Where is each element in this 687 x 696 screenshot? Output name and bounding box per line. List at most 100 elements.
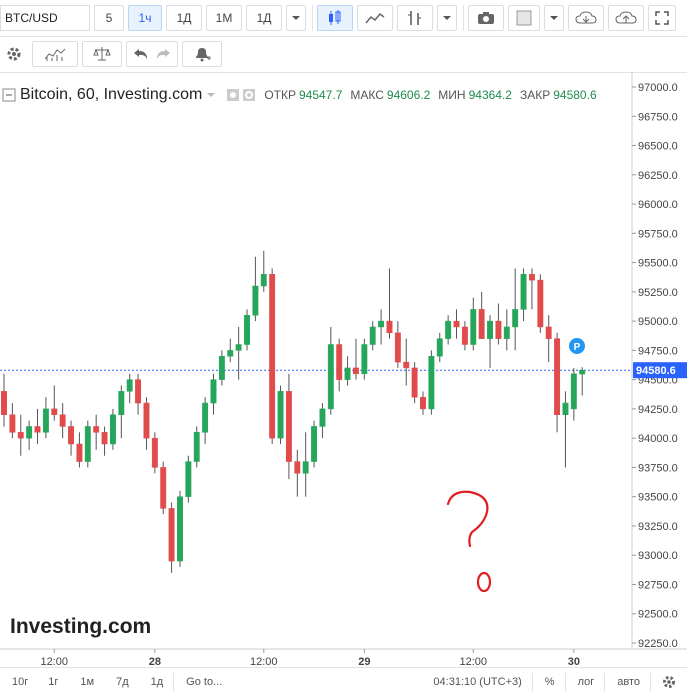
candle-body (160, 467, 167, 509)
range-7d-button[interactable]: 7д (116, 676, 129, 688)
candle-body (478, 309, 485, 339)
clock: 04:31:10 (UTC+3) (433, 676, 522, 688)
candle-body (202, 402, 209, 433)
goto-button[interactable]: Go to... (186, 676, 222, 688)
candle-body (285, 391, 292, 462)
indicators-button[interactable] (357, 5, 393, 31)
candle-body (252, 285, 259, 316)
interval-dropdown-button[interactable] (286, 5, 306, 31)
fullscreen-icon (655, 11, 669, 25)
investing-watermark: Investing.com (10, 615, 151, 638)
candle-body (59, 414, 66, 427)
color-picker-button[interactable] (508, 5, 540, 31)
open-label: ОТКР (264, 88, 296, 102)
annotation-question-stroke (446, 490, 489, 548)
gear-icon (7, 47, 21, 61)
percent-toggle[interactable]: % (545, 676, 555, 688)
candle-body (227, 350, 234, 357)
main-toolbar: BTC/USD 5 1ч 1Д 1М 1Д (0, 0, 687, 37)
fullscreen-button[interactable] (648, 5, 676, 31)
y-tick-label: 92750.0 (638, 579, 678, 591)
candlestick-chart[interactable]: 97000.0 96750.0 96500.0 96250.0 96000.0 95750… (0, 72, 687, 668)
annotation-dot (476, 571, 492, 593)
range-10y-button[interactable]: 10г (12, 676, 28, 688)
collapse-legend-icon[interactable] (2, 88, 16, 102)
settings-button[interactable] (0, 41, 28, 67)
candle-body (436, 338, 443, 357)
candle-body (269, 274, 276, 439)
y-tick-label: 96250.0 (638, 170, 678, 182)
candle-body (294, 461, 301, 474)
gear-icon[interactable] (661, 674, 677, 690)
x-tick-label: 12:00 (250, 656, 278, 667)
log-toggle[interactable]: лог (578, 676, 595, 688)
candle-body (51, 408, 58, 415)
compare-button[interactable] (82, 41, 122, 67)
line-chart-icon (365, 12, 385, 24)
range-1y-button[interactable]: 1г (48, 676, 58, 688)
screenshot-button[interactable] (468, 5, 504, 31)
y-tick-label: 94000.0 (638, 433, 678, 445)
candle-body (537, 279, 544, 328)
gear-icon[interactable] (242, 88, 256, 102)
y-tick-label: 95000.0 (638, 316, 678, 328)
candle-body (277, 391, 284, 439)
candle-body (520, 274, 527, 310)
y-tick-label: 93500.0 (638, 492, 678, 504)
cloud-save-button[interactable] (608, 5, 644, 31)
interval-5m-button[interactable]: 5 (94, 5, 124, 31)
high-value: 94606.2 (386, 88, 431, 102)
chevron-down-icon[interactable] (206, 92, 216, 98)
y-tick-label: 93750.0 (638, 462, 678, 474)
candle-body (302, 461, 309, 474)
indicators-icon (44, 48, 66, 61)
interval-1m-button[interactable]: 1М (206, 5, 242, 31)
candles-style-button[interactable] (317, 5, 353, 31)
bell-plus-icon (196, 48, 211, 62)
undo-icon[interactable] (133, 48, 149, 60)
interval-1h-button[interactable]: 1ч (128, 5, 162, 31)
auto-toggle[interactable]: авто (617, 676, 640, 688)
x-tick-label: 29 (358, 656, 370, 667)
interval-custom-button[interactable]: 1Д (246, 5, 282, 31)
eye-icon[interactable] (226, 88, 240, 102)
candle-body (177, 496, 183, 562)
cloud-download-icon (575, 11, 597, 24)
candle-body (34, 426, 41, 433)
candle-body (361, 344, 368, 375)
candle-body (185, 461, 192, 497)
indicators-list-button[interactable] (32, 41, 78, 67)
candle-body (218, 355, 225, 380)
high-label: МАКС (350, 88, 384, 102)
undo-redo-group (126, 41, 178, 67)
candle-body (210, 379, 217, 404)
interval-1d-button[interactable]: 1Д (166, 5, 202, 31)
candle-body (235, 344, 242, 351)
candle-body (369, 326, 376, 345)
candle-body (93, 426, 100, 433)
alert-button[interactable] (182, 41, 222, 67)
candle-body (512, 309, 519, 328)
color-dropdown-button[interactable] (544, 5, 564, 31)
style-dropdown-button[interactable] (437, 5, 457, 31)
candle-body (495, 320, 502, 339)
x-tick-label: 28 (149, 656, 161, 667)
bottom-separator (604, 673, 606, 691)
chart-area[interactable]: 97000.0 96750.0 96500.0 96250.0 96000.0 95750… (0, 72, 687, 668)
toolbar-separator (312, 5, 313, 31)
candle-body (9, 414, 16, 433)
redo-icon[interactable] (155, 48, 171, 60)
candle-body (503, 326, 510, 339)
candle-body (378, 320, 385, 328)
candle-body (151, 437, 158, 468)
y-tick-label: 95500.0 (638, 258, 678, 270)
candle-body (487, 320, 493, 339)
camera-icon (478, 12, 494, 24)
candle-body (579, 369, 586, 375)
range-1d-button[interactable]: 1д (151, 676, 164, 688)
bar-style-button[interactable] (397, 5, 433, 31)
symbol-input[interactable]: BTC/USD (0, 5, 90, 31)
cloud-load-button[interactable] (568, 5, 604, 31)
candlestick-icon (329, 10, 341, 25)
range-1m-button[interactable]: 1м (80, 676, 94, 688)
